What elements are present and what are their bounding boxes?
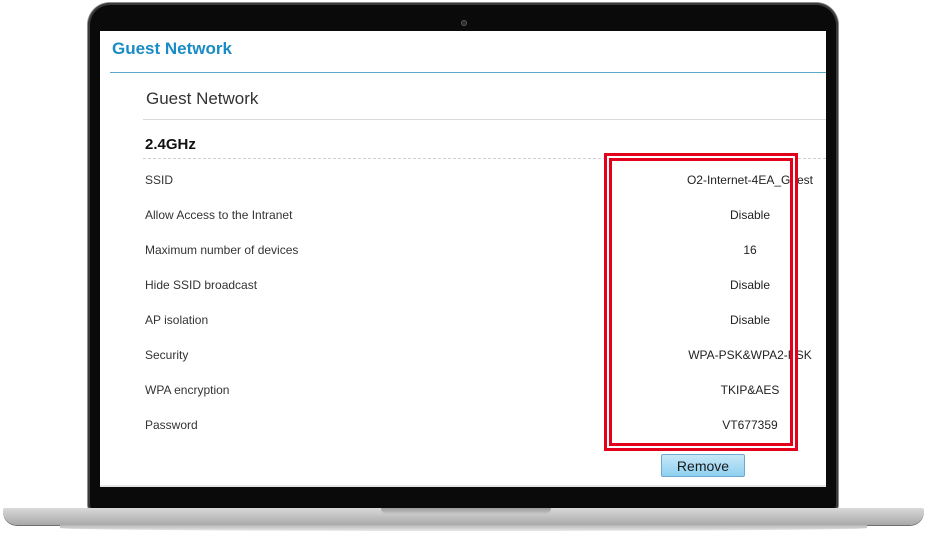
laptop-frame: Guest Network Guest Network 2.4GHz SSID …	[0, 0, 927, 537]
section-divider	[143, 119, 826, 120]
section-title: Guest Network	[146, 89, 259, 108]
setting-label: Password	[145, 418, 198, 432]
band-title: 2.4GHz	[145, 136, 196, 153]
title-divider	[110, 72, 826, 73]
router-screen: Guest Network Guest Network 2.4GHz SSID …	[100, 31, 826, 487]
highlight-annotation-box	[607, 156, 795, 448]
remove-button[interactable]: Remove	[661, 454, 745, 477]
webcam-icon	[461, 20, 467, 26]
setting-label: SSID	[145, 173, 174, 187]
laptop-hinge-notch	[381, 508, 551, 514]
page-title: Guest Network	[112, 39, 232, 58]
laptop-base	[3, 508, 924, 525]
setting-label: Allow Access to the Intranet	[145, 208, 293, 222]
screen-bottom-edge	[100, 485, 826, 487]
setting-label: AP isolation	[145, 313, 209, 327]
laptop-base-foot	[60, 525, 867, 531]
setting-label: WPA encryption	[145, 383, 230, 397]
setting-label: Hide SSID broadcast	[145, 278, 258, 292]
setting-label: Maximum number of devices	[145, 243, 299, 257]
setting-label: Security	[145, 348, 189, 362]
